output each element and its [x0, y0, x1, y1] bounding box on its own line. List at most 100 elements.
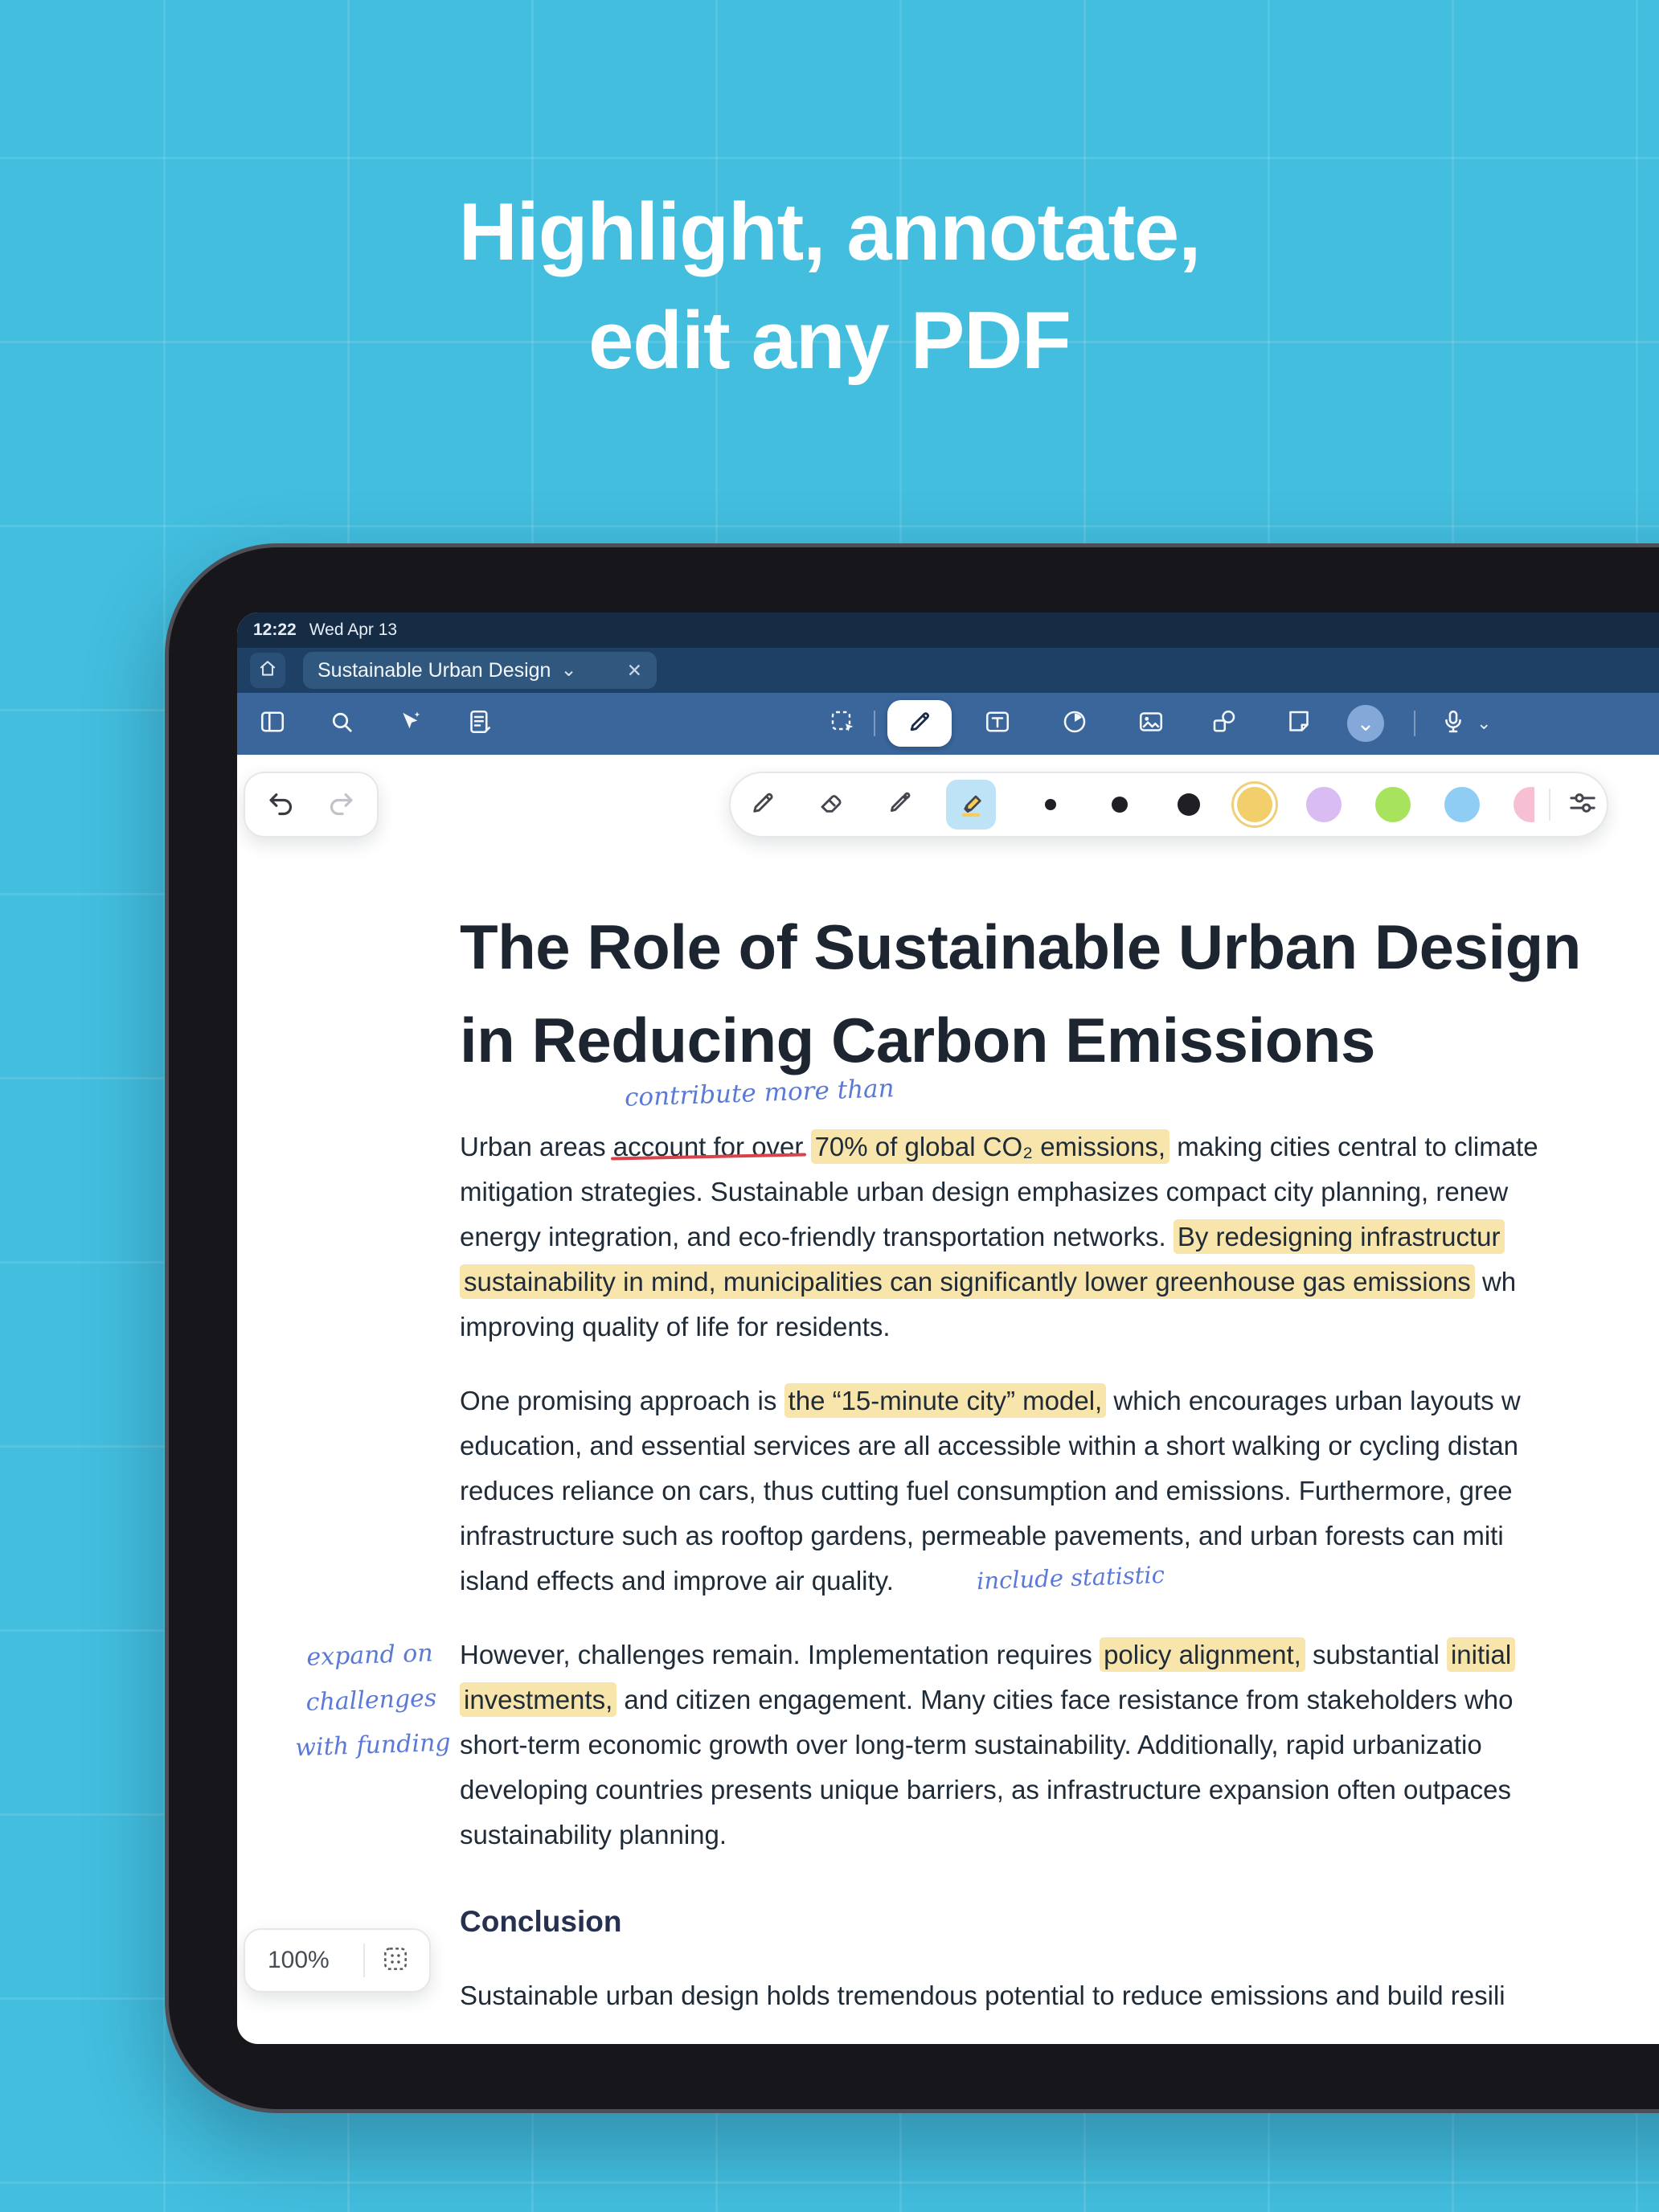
hero-heading-line1: Highlight, annotate,: [458, 187, 1202, 277]
shapes-tool-button[interactable]: [1206, 706, 1242, 741]
pie-timer-icon: [1060, 707, 1089, 740]
color-swatch-purple[interactable]: [1306, 787, 1342, 822]
pen-tool-button-active[interactable]: [887, 700, 952, 747]
pill-divider: [1549, 789, 1550, 821]
sidebar-icon: [258, 707, 287, 740]
page-grid-button[interactable]: [378, 1943, 413, 1978]
text-tool-button[interactable]: [980, 706, 1015, 741]
text-segment: The Role of Sustainable Urban Design: [460, 911, 1581, 982]
zoom-control: 100%: [244, 1928, 431, 1993]
ballpoint-pen-tool-button[interactable]: [743, 785, 782, 824]
cursor-sparkle-icon: [396, 707, 425, 740]
search-button[interactable]: [324, 706, 359, 741]
microphone-icon: [1439, 707, 1468, 740]
lasso-select-icon: [828, 707, 857, 740]
tablet-screen: 12:22 Wed Apr 13 Sustainable Urban Desig…: [237, 612, 1659, 2044]
doc-line: One promising approach is the “15-minute…: [460, 1378, 1521, 1423]
highlighter-icon: [955, 787, 987, 823]
tab-sustainable-urban-design[interactable]: Sustainable Urban Design ⌄ ✕: [303, 652, 657, 689]
status-bar: 12:22 Wed Apr 13: [237, 612, 1659, 648]
stroke-size-medium-button[interactable]: [1105, 785, 1134, 824]
highlighter-tool-button-active[interactable]: [946, 780, 996, 830]
home-icon: [257, 658, 278, 683]
color-swatch-pink-clipped[interactable]: [1514, 787, 1534, 822]
text-segment: in Reducing Carbon Emissions: [460, 1005, 1375, 1075]
stroke-size-small-button[interactable]: [1036, 785, 1065, 824]
doc-line: in Reducing Carbon Emissions: [460, 993, 1581, 1087]
tab-bar: Sustainable Urban Design ⌄ ✕: [237, 648, 1659, 693]
closing-line: Sustainable urban design holds tremendou…: [460, 1981, 1505, 2010]
small-dot-icon: [1045, 799, 1056, 810]
doc-line: improving quality of life for residents.: [460, 1305, 1538, 1350]
highlighted-text[interactable]: the “15-minute city” model,: [784, 1383, 1107, 1418]
redo-button[interactable]: [323, 787, 358, 822]
doc-line: However, challenges remain. Implementati…: [460, 1632, 1516, 1677]
text-segment: mitigation strategies. Sustainable urban…: [460, 1177, 1509, 1206]
color-swatch-pink: [1514, 787, 1534, 822]
text-segment: energy integration, and eco-friendly tra…: [460, 1222, 1174, 1251]
color-swatch-blue[interactable]: [1444, 787, 1480, 822]
text-segment: with funding: [294, 1728, 452, 1763]
handwritten-margin-note[interactable]: expand on challenges with funding: [276, 1630, 466, 1772]
tab-chevron-down-icon[interactable]: ⌄: [560, 661, 576, 680]
text-segment: [803, 1132, 810, 1161]
hero-heading-line2: edit any PDF: [588, 296, 1071, 386]
insert-image-button[interactable]: [1133, 706, 1169, 741]
chevron-down-icon: ⌄: [1356, 711, 1375, 735]
sliders-icon: [1567, 787, 1599, 823]
highlighted-text[interactable]: investments,: [460, 1682, 617, 1717]
timer-tool-button[interactable]: [1057, 706, 1092, 741]
undo-redo-pill: [244, 772, 379, 838]
sidebar-toggle-button[interactable]: [255, 706, 290, 741]
document-icon: [465, 707, 494, 740]
tab-close-icon[interactable]: ✕: [627, 660, 642, 682]
home-button[interactable]: [250, 653, 285, 688]
document-title: The Role of Sustainable Urban Design in R…: [460, 900, 1581, 1087]
doc-line: The Role of Sustainable Urban Design: [460, 900, 1581, 993]
voice-dictation-button[interactable]: [1436, 706, 1471, 741]
redo-icon: [325, 787, 357, 823]
smart-select-button[interactable]: [393, 706, 428, 741]
eraser-tool-button[interactable]: [813, 785, 851, 824]
sticky-note-button[interactable]: [1281, 706, 1317, 741]
tab-title: Sustainable Urban Design: [317, 658, 551, 682]
doc-line: expand on: [276, 1630, 463, 1682]
doc-line: short-term economic growth over long-ter…: [460, 1722, 1515, 1768]
doc-line: with funding: [280, 1720, 466, 1772]
text-segment: and citizen engagement. Many cities face…: [616, 1685, 1514, 1714]
highlighted-text[interactable]: 70% of global CO₂ emissions,: [810, 1129, 1170, 1164]
highlighted-text[interactable]: policy alignment,: [1100, 1637, 1305, 1672]
text-segment: which encourages urban layouts w: [1106, 1386, 1521, 1415]
document-tools-button[interactable]: [462, 706, 498, 741]
zoom-divider: [363, 1944, 365, 1977]
lasso-select-button[interactable]: [825, 706, 860, 741]
zoom-level[interactable]: 100%: [268, 1947, 330, 1974]
undo-button[interactable]: [264, 787, 299, 822]
pen-tools-pill: [729, 772, 1608, 838]
color-swatch-green[interactable]: [1375, 787, 1411, 822]
text-segment: substantial: [1305, 1640, 1447, 1669]
paragraph-1: Urban areas account for over 70% of glob…: [460, 1124, 1538, 1350]
text-segment: short-term economic growth over long-ter…: [460, 1730, 1482, 1759]
fineliner-pen-icon: [883, 787, 916, 823]
shapes-icon: [1210, 707, 1239, 740]
stroke-settings-button[interactable]: [1563, 785, 1602, 824]
voice-chevron-down-icon[interactable]: ⌄: [1477, 706, 1491, 741]
doc-line: developing countries presents unique bar…: [460, 1768, 1515, 1813]
fineliner-tool-button[interactable]: [880, 785, 919, 824]
highlighted-text[interactable]: By redesigning infrastructur: [1173, 1219, 1505, 1254]
stroke-size-large-button[interactable]: [1174, 785, 1203, 824]
text-segment: making cities central to climate: [1169, 1132, 1538, 1161]
highlighted-text[interactable]: sustainability in mind, municipalities c…: [460, 1264, 1475, 1299]
color-swatch-yellow-selected[interactable]: [1237, 787, 1272, 822]
text-segment: sustainability planning.: [460, 1820, 727, 1849]
text-segment: education, and essential services are al…: [460, 1431, 1519, 1460]
struck-text[interactable]: account for over: [613, 1132, 804, 1161]
more-tools-button[interactable]: ⌄: [1347, 705, 1384, 742]
doc-line: sustainability planning.: [460, 1813, 1515, 1858]
tablet-device-frame: 12:22 Wed Apr 13 Sustainable Urban Desig…: [165, 543, 1659, 2113]
toolbar-divider: [1414, 711, 1415, 736]
doc-line: sustainability in mind, municipalities c…: [460, 1260, 1538, 1305]
status-date: Wed Apr 13: [309, 621, 398, 639]
highlighted-text[interactable]: initial: [1446, 1637, 1516, 1672]
